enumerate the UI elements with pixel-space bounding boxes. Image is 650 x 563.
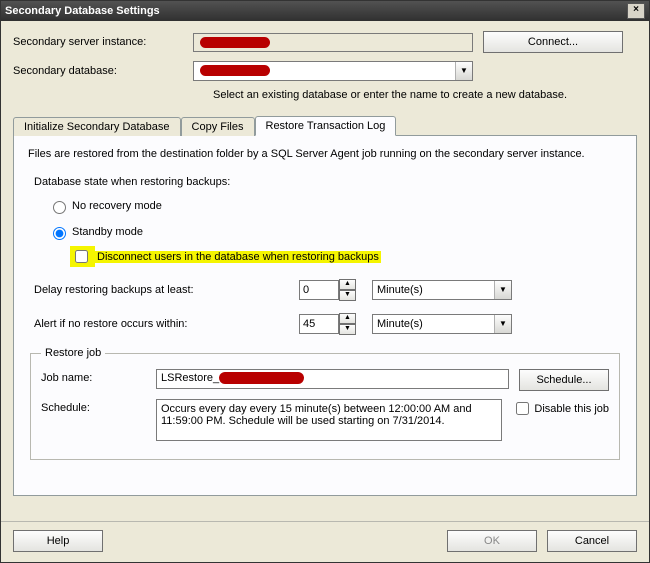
tabpanel-restore: Files are restored from the destination … [13, 136, 637, 496]
chevron-down-icon[interactable]: ▼ [455, 62, 472, 80]
dialog-body: Secondary server instance: Connect... Se… [1, 21, 649, 502]
close-icon[interactable]: × [627, 3, 645, 19]
tab-copy-files[interactable]: Copy Files [181, 117, 255, 136]
database-help-text: Select an existing database or enter the… [213, 89, 637, 101]
restore-job-legend: Restore job [41, 347, 105, 359]
disable-job-label: Disable this job [534, 403, 609, 415]
tab-restore-log[interactable]: Restore Transaction Log [255, 116, 397, 136]
disable-job-checkbox[interactable] [516, 402, 529, 415]
tabstrip: Initialize Secondary Database Copy Files… [13, 115, 637, 136]
restore-job-group: Restore job Job name: LSRestore_ Schedul… [30, 347, 620, 460]
dialog-window: Secondary Database Settings × Secondary … [0, 0, 650, 563]
no-recovery-label: No recovery mode [72, 200, 162, 212]
standby-radio[interactable] [53, 227, 66, 240]
window-title: Secondary Database Settings [5, 1, 160, 21]
schedule-button[interactable]: Schedule... [519, 369, 609, 391]
chevron-up-icon[interactable]: ▲ [339, 279, 356, 290]
help-button[interactable]: Help [13, 530, 103, 552]
jobname-field[interactable]: LSRestore_ [156, 369, 509, 389]
titlebar: Secondary Database Settings × [1, 1, 649, 21]
disconnect-users-label: Disconnect users in the database when re… [95, 251, 381, 263]
jobname-value: LSRestore_ [161, 372, 219, 384]
no-recovery-radio[interactable] [53, 201, 66, 214]
schedule-text: Occurs every day every 15 minute(s) betw… [156, 399, 502, 441]
standby-label: Standby mode [72, 226, 143, 238]
server-instance-label: Secondary server instance: [13, 36, 193, 48]
secondary-database-combo[interactable]: ▼ [193, 61, 473, 81]
secondary-database-label: Secondary database: [13, 65, 193, 77]
delay-value-input[interactable] [299, 280, 339, 300]
chevron-down-icon[interactable]: ▼ [339, 290, 356, 301]
jobname-label: Job name: [41, 369, 156, 384]
footer-bar: Help OK Cancel [1, 521, 649, 562]
alert-value-input[interactable] [299, 314, 339, 334]
alert-unit-value: Minute(s) [377, 318, 423, 330]
delay-unit-combo[interactable]: Minute(s) ▼ [372, 280, 512, 300]
chevron-down-icon[interactable]: ▼ [494, 315, 511, 333]
chevron-up-icon[interactable]: ▲ [339, 313, 356, 324]
server-instance-field [193, 33, 473, 52]
delay-spinner[interactable]: ▲ ▼ [339, 279, 356, 301]
delay-unit-value: Minute(s) [377, 284, 423, 296]
alert-spinner[interactable]: ▲ ▼ [339, 313, 356, 335]
tab-initialize[interactable]: Initialize Secondary Database [13, 117, 181, 136]
chevron-down-icon[interactable]: ▼ [494, 281, 511, 299]
db-state-heading: Database state when restoring backups: [28, 176, 622, 188]
cancel-button[interactable]: Cancel [547, 530, 637, 552]
alert-label: Alert if no restore occurs within: [28, 318, 299, 330]
connect-button[interactable]: Connect... [483, 31, 623, 53]
alert-unit-combo[interactable]: Minute(s) ▼ [372, 314, 512, 334]
schedule-label: Schedule: [41, 399, 156, 414]
ok-button[interactable]: OK [447, 530, 537, 552]
delay-label: Delay restoring backups at least: [28, 284, 299, 296]
restore-intro: Files are restored from the destination … [28, 148, 622, 160]
chevron-down-icon[interactable]: ▼ [339, 324, 356, 335]
disconnect-users-checkbox[interactable] [75, 250, 88, 263]
